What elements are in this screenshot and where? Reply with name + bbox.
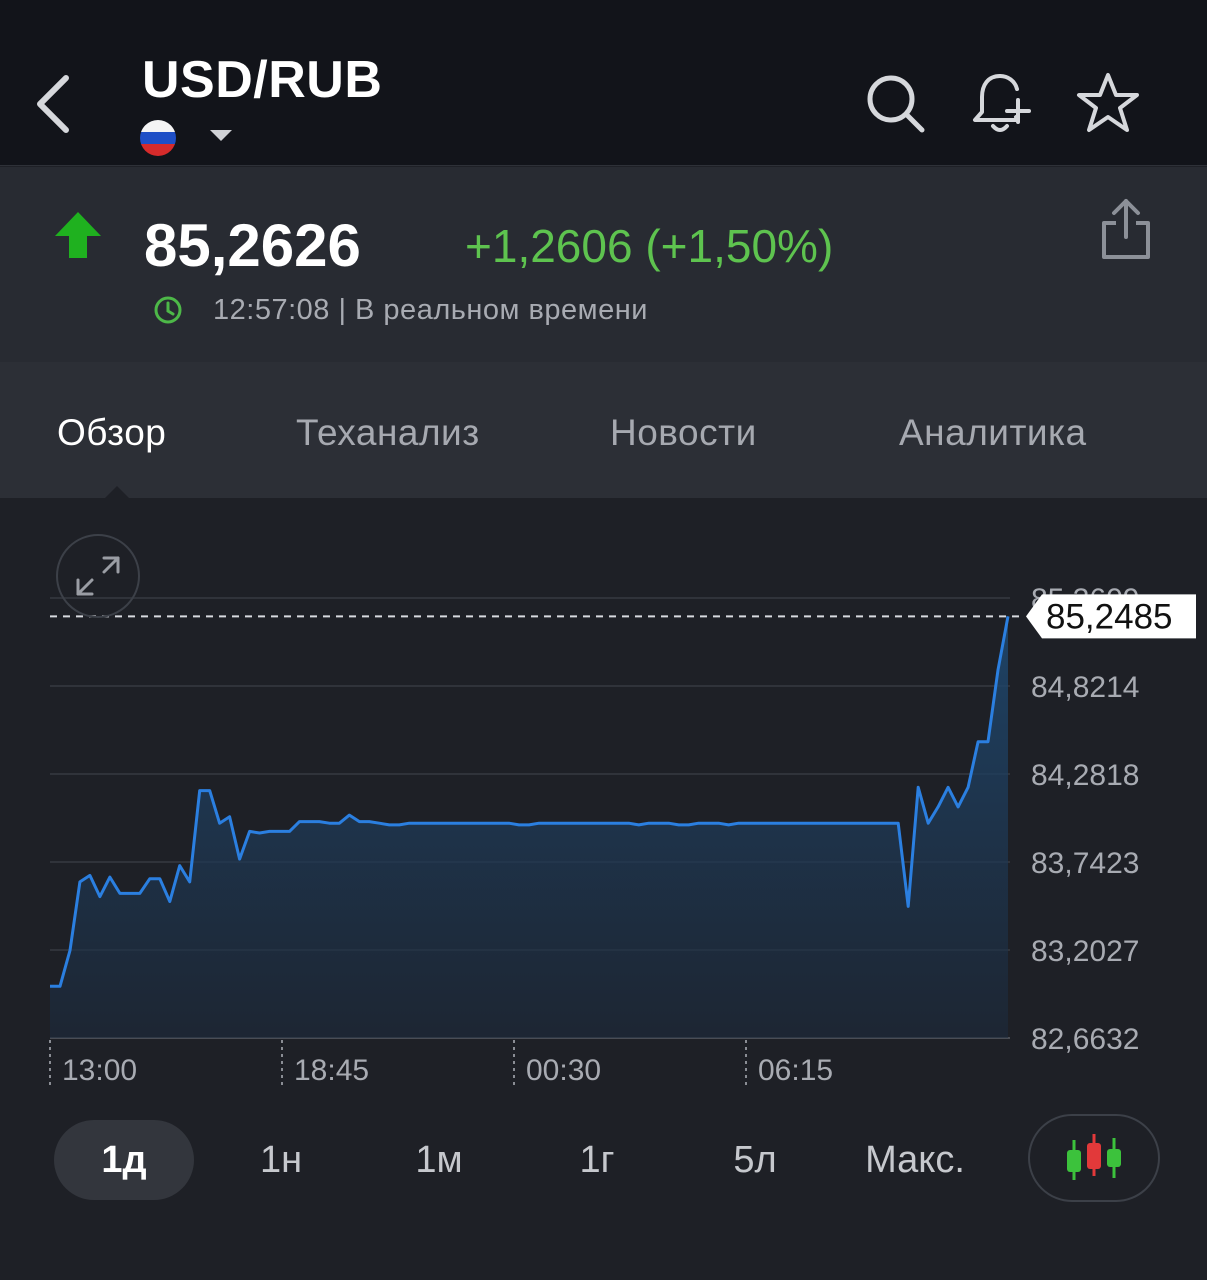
x-axis-tick-label: 06:15 <box>758 1054 833 1087</box>
range-1m-button[interactable]: 1м <box>384 1120 494 1200</box>
range-1y-button[interactable]: 1г <box>542 1120 652 1200</box>
share-icon[interactable] <box>1098 197 1154 261</box>
tab-technical-analysis[interactable]: Теханализ <box>296 412 480 454</box>
price-change: +1,2606 (+1,50%) <box>465 220 834 272</box>
expand-icon <box>76 556 120 596</box>
chevron-down-icon[interactable] <box>210 130 232 141</box>
top-bar: USD/RUB <box>0 0 1207 166</box>
bell-plus-icon[interactable] <box>968 70 1032 138</box>
range-5y-button[interactable]: 5л <box>700 1120 810 1200</box>
current-price-label-text: 85,2485 <box>1046 597 1173 636</box>
current-price: 85,2626 <box>144 212 361 279</box>
candlestick-icon <box>1067 1134 1121 1180</box>
chart-area-fill <box>50 616 1008 1038</box>
tab-analytics[interactable]: Аналитика <box>899 412 1087 454</box>
current-price-label: 85,2485 <box>1026 594 1196 639</box>
quote-panel: 85,2626 +1,2606 (+1,50%) 12:57:08 | В ре… <box>0 167 1207 362</box>
back-icon[interactable] <box>30 72 80 136</box>
tab-overview[interactable]: Обзор <box>57 412 166 454</box>
russia-flag-icon[interactable] <box>140 120 176 156</box>
star-icon[interactable] <box>1076 70 1140 138</box>
y-axis-tick-label: 83,2027 <box>1031 935 1139 968</box>
time-range-selector: 1д 1н 1м 1г 5л Макс. <box>0 1110 1207 1210</box>
clock-icon <box>154 296 182 324</box>
y-axis-tick-label: 82,6632 <box>1031 1023 1139 1056</box>
y-axis-tick-label: 83,7423 <box>1031 847 1139 880</box>
range-1d-button[interactable]: 1д <box>54 1120 194 1200</box>
y-axis-tick-label: 84,8214 <box>1031 671 1139 704</box>
expand-chart-button[interactable] <box>56 534 140 618</box>
x-axis-tick-label: 13:00 <box>62 1054 137 1087</box>
tab-news[interactable]: Новости <box>610 412 757 454</box>
x-axis-tick-label: 18:45 <box>294 1054 369 1087</box>
range-max-button[interactable]: Макс. <box>848 1120 982 1200</box>
chart-canvas: 85,360984,821484,281883,742383,202782,66… <box>49 583 1196 1087</box>
candlestick-toggle-button[interactable] <box>1028 1114 1160 1202</box>
arrow-up-icon <box>55 212 101 258</box>
time-status: 12:57:08 | В реальном времени <box>213 294 648 326</box>
y-axis-tick-label: 84,2818 <box>1031 759 1139 792</box>
page-title: USD/RUB <box>142 51 383 109</box>
price-chart[interactable]: 85,360984,821484,281883,742383,202782,66… <box>0 498 1207 1098</box>
section-tabs: Обзор Теханализ Новости Аналитика <box>0 362 1207 498</box>
search-icon[interactable] <box>864 70 928 138</box>
range-1w-button[interactable]: 1н <box>226 1120 336 1200</box>
x-axis-tick-label: 00:30 <box>526 1054 601 1087</box>
